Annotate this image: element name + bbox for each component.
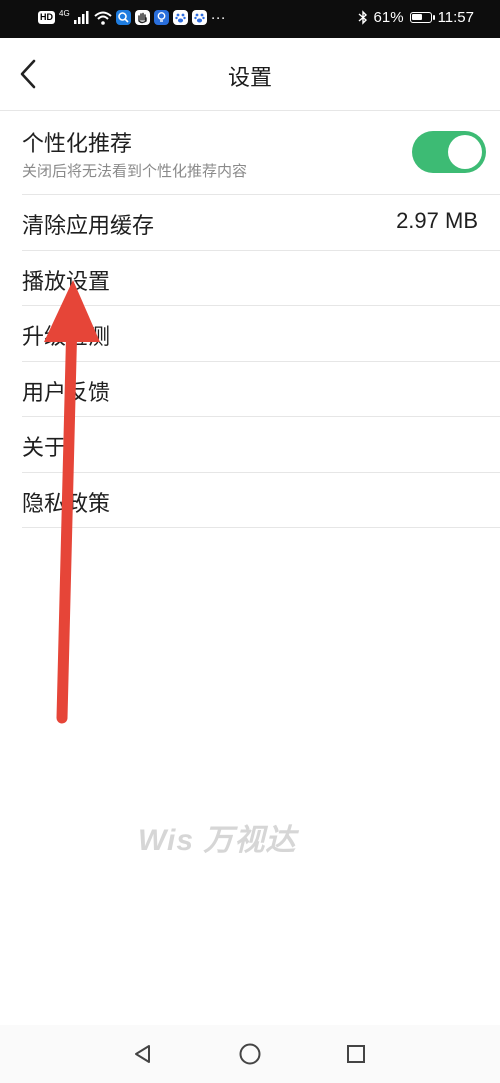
personalized-recommendation-row: 个性化推荐 关闭后将无法看到个性化推荐内容 <box>22 111 500 195</box>
privacy-policy-label: 隐私政策 <box>22 491 111 517</box>
user-feedback-label: 用户反馈 <box>22 380 111 406</box>
nav-recents-button[interactable] <box>340 1038 372 1070</box>
network-type: 4G <box>59 8 70 18</box>
playback-settings-row[interactable]: 播放设置 <box>22 251 500 306</box>
bluetooth-icon <box>358 10 367 25</box>
battery-icon <box>409 12 435 23</box>
clear-cache-row[interactable]: 清除应用缓存 2.97 MB <box>22 195 500 251</box>
hd-badge: HD <box>38 11 55 24</box>
update-check-row[interactable]: 升级检测 <box>22 306 500 362</box>
paw-app-icon <box>172 10 188 25</box>
settings-list: 个性化推荐 关闭后将无法看到个性化推荐内容 清除应用缓存 2.97 MB 播放设… <box>0 111 500 528</box>
circle-home-icon <box>239 1043 261 1065</box>
page-title: 设置 <box>227 66 272 91</box>
bulb-app-icon <box>153 10 169 25</box>
signal-icon <box>73 11 89 24</box>
nav-home-button[interactable] <box>234 1038 266 1070</box>
toggle-knob <box>448 135 482 169</box>
clock: 11:57 <box>437 9 474 26</box>
paw-app-icon-2 <box>191 10 207 25</box>
about-row[interactable]: 关于 <box>22 417 500 473</box>
watermark: Wis 万视达 <box>138 824 297 857</box>
status-right: 61% 11:57 <box>358 9 474 26</box>
battery-percent: 61% <box>373 9 404 26</box>
cache-size: 2.97 MB <box>396 208 478 233</box>
nav-back-button[interactable] <box>127 1038 159 1070</box>
battery-level <box>411 14 422 20</box>
search-app-icon <box>115 10 131 25</box>
navigation-bar <box>0 1025 500 1083</box>
wifi-icon <box>94 11 112 25</box>
playback-settings-label: 播放设置 <box>22 269 111 295</box>
status-left: HD 4G ··· <box>38 9 226 26</box>
user-feedback-row[interactable]: 用户反馈 <box>22 362 500 417</box>
clear-cache-label: 清除应用缓存 <box>22 214 155 239</box>
more-notifications: ··· <box>210 9 226 26</box>
personalized-description: 关闭后将无法看到个性化推荐内容 <box>22 162 248 180</box>
privacy-policy-row[interactable]: 隐私政策 <box>22 473 500 528</box>
header: 设置 <box>0 38 500 111</box>
update-check-label: 升级检测 <box>22 325 111 350</box>
status-bar: HD 4G ··· 61% 11:57 <box>0 0 500 38</box>
triangle-back-icon <box>135 1045 150 1063</box>
about-label: 关于 <box>22 436 67 461</box>
square-recents-icon <box>347 1045 365 1063</box>
hand-app-icon <box>134 10 150 25</box>
personalized-label: 个性化推荐 <box>22 132 133 157</box>
personalized-toggle[interactable] <box>412 131 486 173</box>
